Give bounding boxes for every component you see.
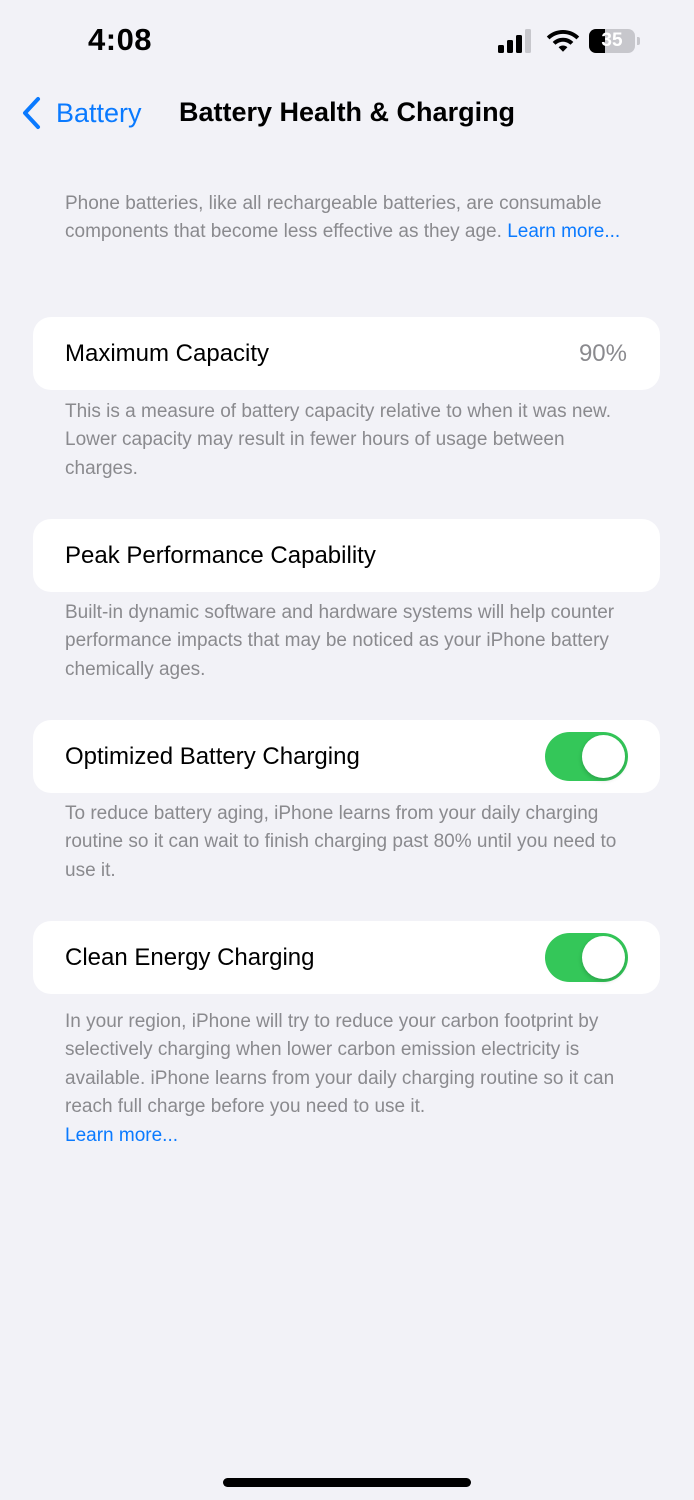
navigation-bar: Battery Battery Health & Charging bbox=[0, 88, 694, 138]
clean-energy-footnote: In your region, iPhone will try to reduc… bbox=[65, 1008, 635, 1150]
battery-level-text: 35 bbox=[601, 30, 623, 51]
clean-energy-learn-more-link[interactable]: Learn more... bbox=[65, 1125, 178, 1146]
optimized-charging-label: Optimized Battery Charging bbox=[65, 743, 360, 770]
intro-text: Phone batteries, like all rechargeable b… bbox=[65, 190, 635, 247]
clean-energy-label: Clean Energy Charging bbox=[65, 944, 315, 971]
maximum-capacity-row: Maximum Capacity 90% bbox=[33, 317, 660, 390]
learn-more-link[interactable]: Learn more... bbox=[507, 221, 620, 242]
signal-bar bbox=[507, 40, 513, 53]
peak-performance-label: Peak Performance Capability bbox=[65, 542, 376, 569]
signal-bar bbox=[498, 45, 504, 53]
toggle-knob bbox=[582, 936, 625, 979]
toggle-knob bbox=[582, 735, 625, 778]
peak-performance-footnote: Built-in dynamic software and hardware s… bbox=[65, 602, 615, 680]
back-button[interactable]: Battery bbox=[20, 94, 142, 132]
clean-energy-row: Clean Energy Charging bbox=[33, 921, 660, 994]
page-title: Battery Health & Charging bbox=[179, 97, 516, 127]
battery-icon: 35 bbox=[589, 29, 640, 53]
cellular-signal-icon bbox=[498, 29, 536, 53]
maximum-capacity-value: 90% bbox=[578, 340, 627, 367]
maximum-capacity-label: Maximum Capacity bbox=[65, 340, 270, 367]
home-indicator[interactable] bbox=[223, 1478, 471, 1487]
peak-performance-row: Peak Performance Capability bbox=[33, 519, 660, 592]
status-time: 4:08 bbox=[88, 22, 153, 57]
signal-bar bbox=[525, 29, 531, 53]
clean-energy-description: In your region, iPhone will try to reduc… bbox=[65, 1011, 615, 1118]
optimized-charging-toggle[interactable] bbox=[545, 732, 628, 781]
optimized-charging-footnote: To reduce battery aging, iPhone learns f… bbox=[65, 803, 617, 881]
optimized-charging-row: Optimized Battery Charging bbox=[33, 720, 660, 793]
signal-bar bbox=[516, 35, 522, 53]
chevron-left-icon bbox=[23, 97, 40, 129]
back-button-label: Battery bbox=[56, 97, 142, 128]
status-bar: 4:08 35 bbox=[0, 0, 694, 80]
maximum-capacity-footnote: This is a measure of battery capacity re… bbox=[65, 401, 611, 479]
clean-energy-toggle[interactable] bbox=[545, 933, 628, 982]
wifi-icon bbox=[546, 27, 580, 53]
